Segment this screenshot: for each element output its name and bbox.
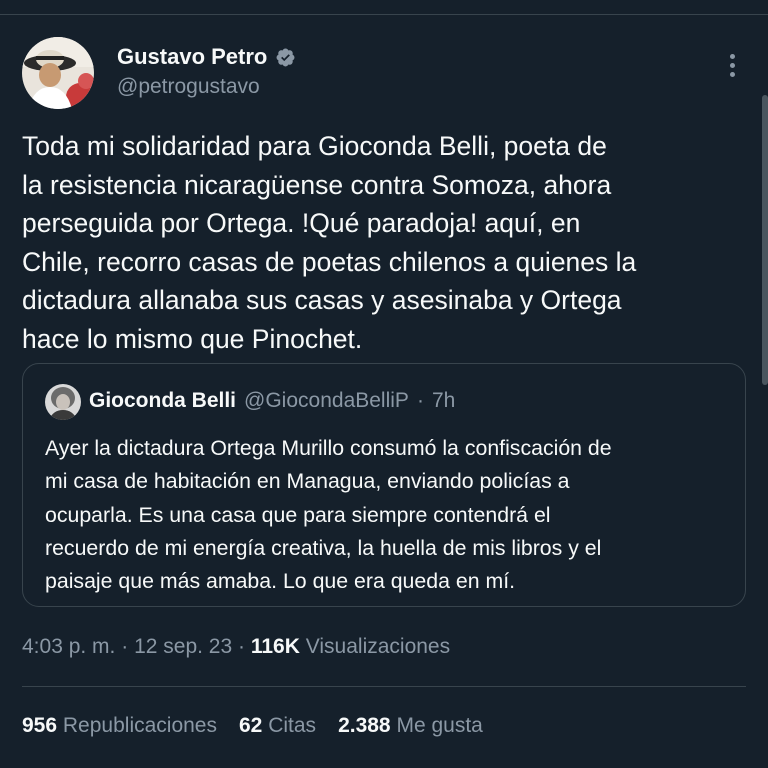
reposts-stat[interactable]: 956 Republicaciones (22, 714, 217, 738)
quoted-header: Gioconda Belli @GiocondaBelliP · 7h (89, 389, 455, 413)
author-name-row[interactable]: Gustavo Petro (117, 44, 296, 70)
top-divider (0, 14, 768, 15)
verified-badge-icon[interactable] (275, 47, 296, 68)
stats-divider (22, 686, 746, 687)
quoted-tweet-text: Ayer la dictadura Ortega Murillo consumó… (45, 436, 612, 594)
quotes-label: Citas (268, 714, 317, 737)
more-options-icon[interactable] (718, 50, 746, 80)
tweet-time[interactable]: 4:03 p. m. (22, 635, 115, 658)
author-avatar[interactable] (22, 37, 94, 109)
quoted-author-avatar[interactable] (45, 384, 81, 420)
tweet-text: Toda mi solidaridad para Gioconda Belli,… (22, 131, 637, 354)
reposts-label: Republicaciones (62, 714, 217, 737)
engagement-stats: 956 Republicaciones 62 Citas 2.388 Me gu… (22, 714, 483, 738)
views-label[interactable]: Visualizaciones (306, 635, 450, 658)
views-count[interactable]: 116K (251, 635, 300, 658)
quoted-tweet-card[interactable]: Gioconda Belli @GiocondaBelliP · 7h Ayer… (22, 363, 746, 607)
scrollbar[interactable] (762, 95, 768, 385)
more-dot (729, 71, 735, 77)
author-name[interactable]: Gustavo Petro (117, 44, 267, 70)
meta-separator: · (121, 635, 129, 658)
quoted-separator: · (416, 389, 424, 412)
likes-label: Me gusta (396, 714, 483, 737)
quoted-time[interactable]: 7h (432, 389, 455, 413)
author-handle[interactable]: @petrogustavo (117, 75, 260, 99)
more-dot (729, 62, 735, 68)
quoted-author-handle[interactable]: @GiocondaBelliP (244, 389, 409, 413)
quoted-avatar-image (45, 384, 81, 420)
quoted-author-name[interactable]: Gioconda Belli (89, 389, 236, 413)
more-dot (729, 53, 735, 59)
reposts-count: 956 (22, 714, 58, 737)
tweet-meta: 4:03 p. m. · 12 sep. 23 · 116K Visualiza… (22, 635, 450, 659)
quotes-count: 62 (239, 714, 263, 737)
meta-separator: · (238, 635, 246, 658)
likes-count: 2.388 (338, 714, 391, 737)
tweet-date[interactable]: 12 sep. 23 (134, 635, 232, 658)
quotes-stat[interactable]: 62 Citas (239, 714, 316, 738)
author-avatar-image (22, 37, 94, 109)
likes-stat[interactable]: 2.388 Me gusta (338, 714, 483, 738)
